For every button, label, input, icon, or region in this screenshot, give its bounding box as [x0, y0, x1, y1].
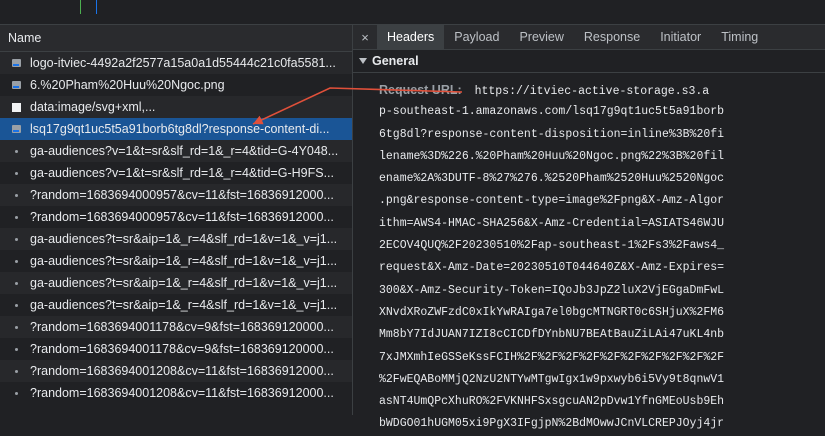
tab-initiator[interactable]: Initiator: [650, 25, 711, 49]
image-icon: [10, 59, 22, 67]
request-name: ?random=1683694001208&cv=11&fst=16836912…: [30, 364, 334, 378]
tab-payload[interactable]: Payload: [444, 25, 509, 49]
request-name: ga-audiences?v=1&t=sr&slf_rd=1&_r=4&tid=…: [30, 166, 334, 180]
dot-icon: [10, 171, 22, 175]
request-row[interactable]: ga-audiences?t=sr&aip=1&_r=4&slf_rd=1&v=…: [0, 294, 352, 316]
tab-timing[interactable]: Timing: [711, 25, 768, 49]
request-url-value-line: asNT4UmQPcXhuRO%2FVKNHFSxsgcuAN2pDvw1Yfn…: [379, 395, 725, 409]
request-url-value-line: 2ECOV4QUQ%2F20230510%2Fap-southeast-1%2F…: [379, 239, 725, 253]
request-name: ?random=1683694000957&cv=11&fst=16836912…: [30, 188, 334, 202]
timeline-marker-green: [80, 0, 81, 14]
dot-icon: [10, 259, 22, 263]
request-url-value-line: request&X-Amz-Date=20230510T044640Z&X-Am…: [379, 261, 725, 275]
request-row[interactable]: ga-audiences?t=sr&aip=1&_r=4&slf_rd=1&v=…: [0, 250, 352, 272]
request-details-panel: × Headers Payload Preview Response Initiator…: [353, 25, 825, 430]
request-url-row: Request URL: https://itviec-active-stora…: [379, 79, 825, 101]
request-url-block: Request URL: https://itviec-active-stora…: [353, 73, 825, 436]
dot-icon: [10, 215, 22, 219]
request-url-key: Request URL:: [379, 83, 462, 97]
request-row[interactable]: 6.%20Pham%20Huu%20Ngoc.png: [0, 74, 352, 96]
request-name: ga-audiences?t=sr&aip=1&_r=4&slf_rd=1&v=…: [30, 254, 338, 268]
request-url-value-line: Mm8bY7IdJUAN7IZI8cCICDfDYnbNU7BEAtBauZiL…: [379, 328, 725, 342]
request-name: 6.%20Pham%20Huu%20Ngoc.png: [30, 78, 225, 92]
request-url-value-line: p-southeast-1.amazonaws.com/lsq17g9qt1uc…: [379, 105, 725, 119]
request-url-value-line: ename%2A%3DUTF-8%27%276.%2520Pham%2520Hu…: [379, 172, 725, 186]
details-tabbar: × Headers Payload Preview Response Initiator…: [353, 25, 825, 50]
general-section-title: General: [372, 54, 419, 68]
request-name: data:image/svg+xml,...: [30, 100, 156, 114]
image-icon: [10, 81, 22, 89]
dot-icon: [10, 281, 22, 285]
request-url-value-line: 6tg8dl?response-content-disposition=inli…: [379, 127, 725, 141]
request-row[interactable]: ga-audiences?v=1&t=sr&slf_rd=1&_r=4&tid=…: [0, 140, 352, 162]
image-icon: [10, 125, 22, 133]
name-column-header[interactable]: Name: [0, 25, 352, 52]
request-row[interactable]: data:image/svg+xml,...: [0, 96, 352, 118]
dot-icon: [10, 237, 22, 241]
dot-icon: [10, 193, 22, 197]
request-name: ?random=1683694000957&cv=11&fst=16836912…: [30, 210, 334, 224]
request-url-value-part: https://itviec-active-storage.s3.a: [474, 85, 710, 98]
expand-triangle-icon[interactable]: [359, 58, 367, 64]
dot-icon: [10, 391, 22, 395]
close-details-icon[interactable]: ×: [353, 25, 377, 49]
request-name: ?random=1683694001178&cv=9&fst=168369120…: [30, 320, 334, 334]
request-row[interactable]: logo-itviec-4492a2f2577a15a0a1d55444c21c…: [0, 52, 352, 74]
request-row[interactable]: ?random=1683694001178&cv=9&fst=168369120…: [0, 338, 352, 360]
request-row[interactable]: ?random=1683694001178&cv=9&fst=168369120…: [0, 316, 352, 338]
dot-icon: [10, 303, 22, 307]
network-timeline-overview[interactable]: [0, 0, 825, 25]
request-url-value-line: ithm=AWS4-HMAC-SHA256&X-Amz-Credential=A…: [379, 216, 725, 230]
request-url-value-line: lename%3D%226.%20Pham%20Huu%20Ngoc.png%2…: [379, 149, 725, 163]
request-name: ga-audiences?v=1&t=sr&slf_rd=1&_r=4&tid=…: [30, 144, 339, 158]
dot-icon: [10, 369, 22, 373]
request-url-value-line: .png&response-content-type=image%2Fpng&X…: [379, 194, 725, 208]
request-list-panel: Name logo-itviec-4492a2f2577a15a0a1d5544…: [0, 25, 353, 415]
request-row[interactable]: ga-audiences?t=sr&aip=1&_r=4&slf_rd=1&v=…: [0, 272, 352, 294]
svg-icon: [10, 102, 22, 112]
tab-response[interactable]: Response: [574, 25, 650, 49]
request-name: ?random=1683694001208&cv=11&fst=16836912…: [30, 386, 334, 400]
dot-icon: [10, 347, 22, 351]
request-name: lsq17g9qt1uc5t5a91borb6tg8dl?response-co…: [30, 122, 330, 136]
request-row[interactable]: ?random=1683694001208&cv=11&fst=16836912…: [0, 382, 352, 404]
request-name: ga-audiences?t=sr&aip=1&_r=4&slf_rd=1&v=…: [30, 276, 338, 290]
request-row[interactable]: ?random=1683694000957&cv=11&fst=16836912…: [0, 184, 352, 206]
dot-icon: [10, 325, 22, 329]
general-section-header[interactable]: General: [353, 50, 825, 73]
request-url-value-line: 7xJMXmhIeGSSeKssFCIH%2F%2F%2F%2F%2F%2F%2…: [379, 350, 725, 364]
request-url-value-line: XNvdXRoZWFzdC0xIkYwRAIga7el0bgcMTNGRT0c6…: [379, 305, 725, 319]
request-url-value-line: 300&X-Amz-Security-Token=IQoJb3JpZ2luX2V…: [379, 283, 725, 297]
request-rows: logo-itviec-4492a2f2577a15a0a1d55444c21c…: [0, 52, 352, 404]
request-url-value-line: bWDGO01hUGM05xi9PgX3IFgjpN%2BdMOwwJCnVLC…: [379, 417, 725, 431]
request-row[interactable]: ?random=1683694000957&cv=11&fst=16836912…: [0, 206, 352, 228]
request-row[interactable]: ?random=1683694001208&cv=11&fst=16836912…: [0, 360, 352, 382]
request-name: ga-audiences?t=sr&aip=1&_r=4&slf_rd=1&v=…: [30, 232, 338, 246]
request-name: ?random=1683694001178&cv=9&fst=168369120…: [30, 342, 334, 356]
request-row[interactable]: ga-audiences?v=1&t=sr&slf_rd=1&_r=4&tid=…: [0, 162, 352, 184]
details-tabs: Headers Payload Preview Response Initiator Ti…: [377, 25, 768, 49]
request-row[interactable]: ga-audiences?t=sr&aip=1&_r=4&slf_rd=1&v=…: [0, 228, 352, 250]
tab-preview[interactable]: Preview: [509, 25, 573, 49]
request-name: logo-itviec-4492a2f2577a15a0a1d55444c21c…: [30, 56, 336, 70]
request-url-value-line: %2FwEQABoMMjQ2NzU2NTYwMTgwIgx1w9pxwyb6i5…: [379, 372, 725, 386]
request-name: ga-audiences?t=sr&aip=1&_r=4&slf_rd=1&v=…: [30, 298, 338, 312]
request-row[interactable]: lsq17g9qt1uc5t5a91borb6tg8dl?response-co…: [0, 118, 352, 140]
tab-headers[interactable]: Headers: [377, 25, 445, 49]
timeline-marker-blue: [96, 0, 97, 14]
dot-icon: [10, 149, 22, 153]
